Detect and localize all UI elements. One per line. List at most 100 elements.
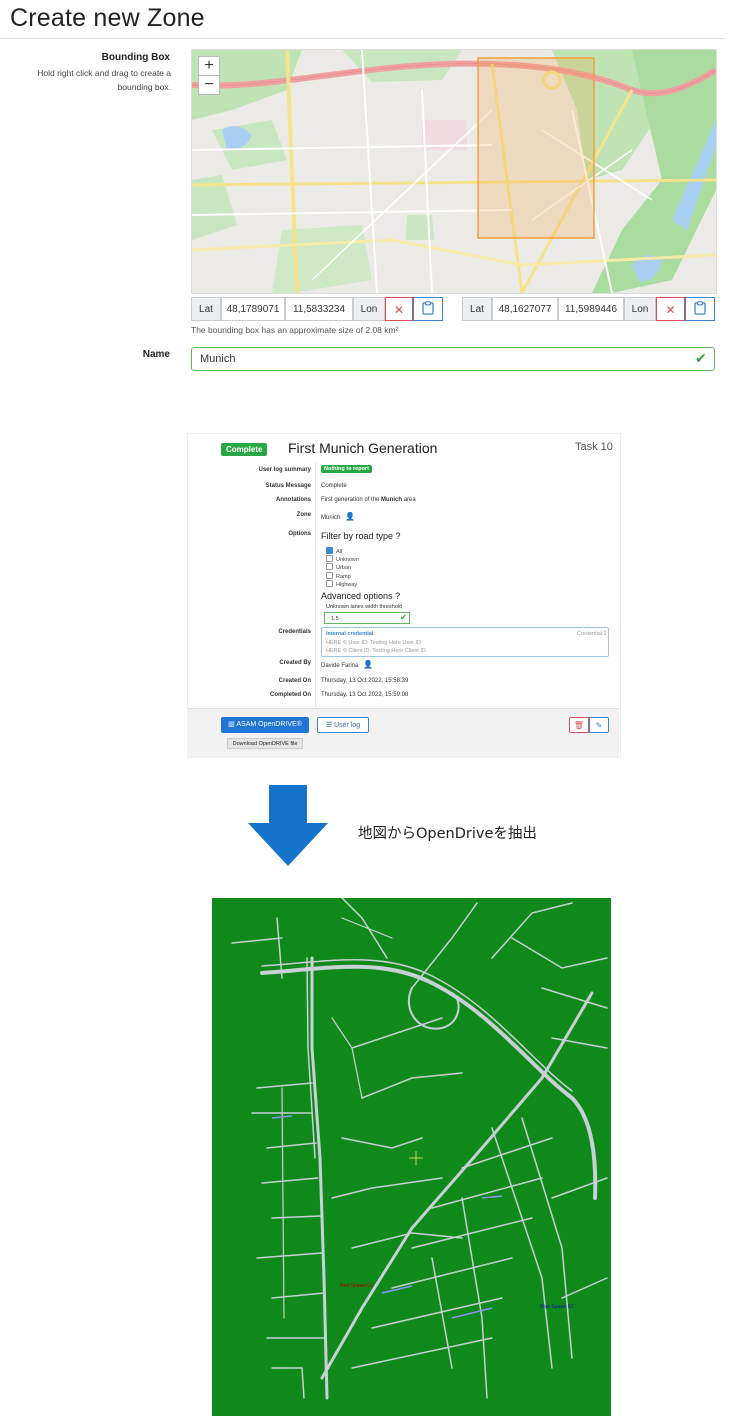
checkbox-icon bbox=[326, 572, 333, 579]
edit-button[interactable]: ✎ bbox=[589, 717, 609, 733]
corner2-lat-label: Lat bbox=[462, 297, 492, 321]
corner1-paste-button[interactable] bbox=[413, 297, 443, 321]
bounding-box-map[interactable] bbox=[191, 49, 717, 294]
user-log-summary-label: User log summary bbox=[258, 467, 311, 473]
close-icon: ✕ bbox=[393, 303, 405, 317]
help-icon[interactable]: ? bbox=[395, 591, 400, 601]
completed-on-value: Thursday, 13 Oct 2022, 15:59:08 bbox=[321, 692, 409, 698]
spawn-label-text: Blue Spawn 02 bbox=[540, 1304, 574, 1310]
created-on-value: Thursday, 13 Oct 2022, 15:58:39 bbox=[321, 678, 409, 684]
road-type-label: Highway bbox=[336, 582, 358, 588]
caption: 地図からOpenDriveを抽出 bbox=[358, 826, 537, 842]
spawn-label-text: Red Spawn 01 bbox=[340, 1283, 373, 1289]
created-on-label: Created On bbox=[278, 678, 311, 684]
user-log-summary-badge: Nothing to report bbox=[321, 465, 372, 473]
road-type-all-checkbox[interactable]: All bbox=[326, 547, 342, 555]
bounding-box-coordinates: Lat 48,1789071 11,5833234 Lon ✕ Lat 48,1… bbox=[0, 297, 750, 323]
zoom-in-button[interactable]: + bbox=[198, 56, 220, 76]
credentials-label: Credentials bbox=[278, 629, 311, 635]
bounding-box-help: Hold right click and drag to create a bo… bbox=[37, 68, 171, 92]
credential-tag: Credential 2 bbox=[577, 631, 607, 637]
details-divider bbox=[315, 462, 316, 707]
credential-client-id: HERE © Client ID: Testing Here Client ID bbox=[326, 648, 426, 654]
threshold-label: Unknown lanes width threshold bbox=[326, 604, 403, 610]
help-icon[interactable]: ? bbox=[396, 531, 401, 541]
status-badge: Complete bbox=[221, 443, 268, 456]
delete-button[interactable]: 🗑 bbox=[569, 717, 589, 733]
corner1-clear-button[interactable]: ✕ bbox=[385, 297, 413, 321]
download-opendrive-button[interactable]: Download OpenDRIVE file bbox=[227, 738, 303, 749]
corner1-lat-input[interactable]: 48,1789071 bbox=[221, 297, 285, 321]
status-message-label: Status Message bbox=[265, 483, 311, 489]
annotations-prefix: First generation of the bbox=[321, 497, 380, 503]
list-icon: ☰ bbox=[325, 722, 333, 729]
created-by-value: Davide Farina 👤 bbox=[321, 660, 373, 669]
zone-name: Munich bbox=[321, 515, 341, 521]
corner2-lon-input[interactable]: 11,5989446 bbox=[558, 297, 624, 321]
status-message-value: Complete bbox=[321, 483, 347, 489]
filter-road-type-title: Filter by road type bbox=[321, 531, 394, 541]
checkbox-icon bbox=[326, 580, 333, 587]
checkbox-checked-icon bbox=[326, 547, 333, 554]
task-number: Task 10 bbox=[575, 441, 613, 453]
user-log-button[interactable]: ☰ User log bbox=[317, 717, 369, 733]
blue-spawn-label: Blue Spawn 02 bbox=[540, 1304, 574, 1310]
down-arrow-icon bbox=[248, 785, 328, 866]
advanced-options-title: Advanced options bbox=[321, 591, 393, 601]
road-network-render bbox=[231, 898, 608, 1400]
zoom-out-button[interactable]: − bbox=[198, 75, 220, 95]
name-label: Name bbox=[142, 349, 170, 360]
options-label: Options bbox=[288, 531, 311, 537]
annotations-suffix: area bbox=[403, 497, 416, 503]
opendrive-road-network[interactable]: Red Spawn 01 Blue Spawn 02 bbox=[212, 898, 611, 1416]
task-title: First Munich Generation bbox=[288, 440, 438, 456]
map-tiles bbox=[192, 50, 716, 293]
road-type-ramp-checkbox[interactable]: Ramp bbox=[326, 572, 351, 580]
created-by-name: Davide Farina bbox=[321, 663, 359, 669]
close-icon: ✕ bbox=[665, 303, 676, 317]
clipboard-icon bbox=[422, 301, 434, 315]
corner1-lon-label: Lon bbox=[353, 297, 385, 321]
advanced-options-heading: Advanced options ? bbox=[321, 591, 400, 601]
threshold-input[interactable]: 1.5 bbox=[324, 612, 410, 624]
user-icon[interactable]: 👤 bbox=[363, 660, 373, 669]
created-by-label: Created By bbox=[279, 660, 311, 666]
credential-name: Internal credential bbox=[326, 631, 374, 637]
road-type-unknown-checkbox[interactable]: Unknown bbox=[326, 555, 359, 563]
filter-road-type-heading: Filter by road type ? bbox=[321, 531, 401, 541]
corner1-lon-input[interactable]: 11,5833234 bbox=[285, 297, 353, 321]
asam-opendrive-label: ASAM OpenDRIVE® bbox=[236, 721, 302, 728]
clipboard-icon bbox=[694, 301, 706, 315]
zone-label: Zone bbox=[296, 512, 311, 518]
bounding-box-label: Bounding Box bbox=[101, 52, 170, 63]
red-spawn-label: Red Spawn 01 bbox=[340, 1283, 373, 1289]
road-type-urban-checkbox[interactable]: Urban bbox=[326, 563, 351, 571]
user-icon[interactable]: 👤 bbox=[345, 512, 355, 521]
bounding-box-size-note: The bounding box has an approximate size… bbox=[191, 325, 399, 335]
checkbox-icon bbox=[326, 555, 333, 562]
annotations-label: Annotations bbox=[276, 497, 311, 503]
corner2-lat-input[interactable]: 48,1627077 bbox=[492, 297, 558, 321]
corner1-lat-label: Lat bbox=[191, 297, 221, 321]
checkbox-icon bbox=[326, 563, 333, 570]
asam-opendrive-button[interactable]: ▥ ASAM OpenDRIVE® bbox=[221, 717, 309, 733]
trash-icon: 🗑 bbox=[573, 721, 585, 730]
valid-check-icon: ✔ bbox=[695, 350, 707, 366]
name-input[interactable]: Munich bbox=[191, 347, 715, 371]
map-icon: ▥ bbox=[228, 721, 235, 728]
zone-value: Munich 👤 bbox=[321, 512, 355, 521]
road-type-label: Urban bbox=[336, 565, 351, 571]
corner2-paste-button[interactable] bbox=[685, 297, 715, 321]
annotations-highlight: Munich bbox=[381, 497, 403, 503]
annotations-value: First generation of the Munich area bbox=[321, 497, 416, 503]
completed-on-label: Completed On bbox=[269, 692, 311, 698]
user-log-summary-value: Nothing to report bbox=[321, 465, 372, 473]
pencil-icon: ✎ bbox=[595, 721, 603, 730]
title-divider bbox=[0, 38, 725, 39]
corner2-lon-label: Lon bbox=[624, 297, 656, 321]
road-type-highway-checkbox[interactable]: Highway bbox=[326, 580, 357, 588]
valid-check-icon: ✔ bbox=[400, 613, 407, 622]
corner2-clear-button[interactable]: ✕ bbox=[656, 297, 685, 321]
page-title: Create new Zone bbox=[10, 4, 205, 32]
credential-user-id: HERE © User ID: Testing Here User ID bbox=[326, 640, 422, 646]
